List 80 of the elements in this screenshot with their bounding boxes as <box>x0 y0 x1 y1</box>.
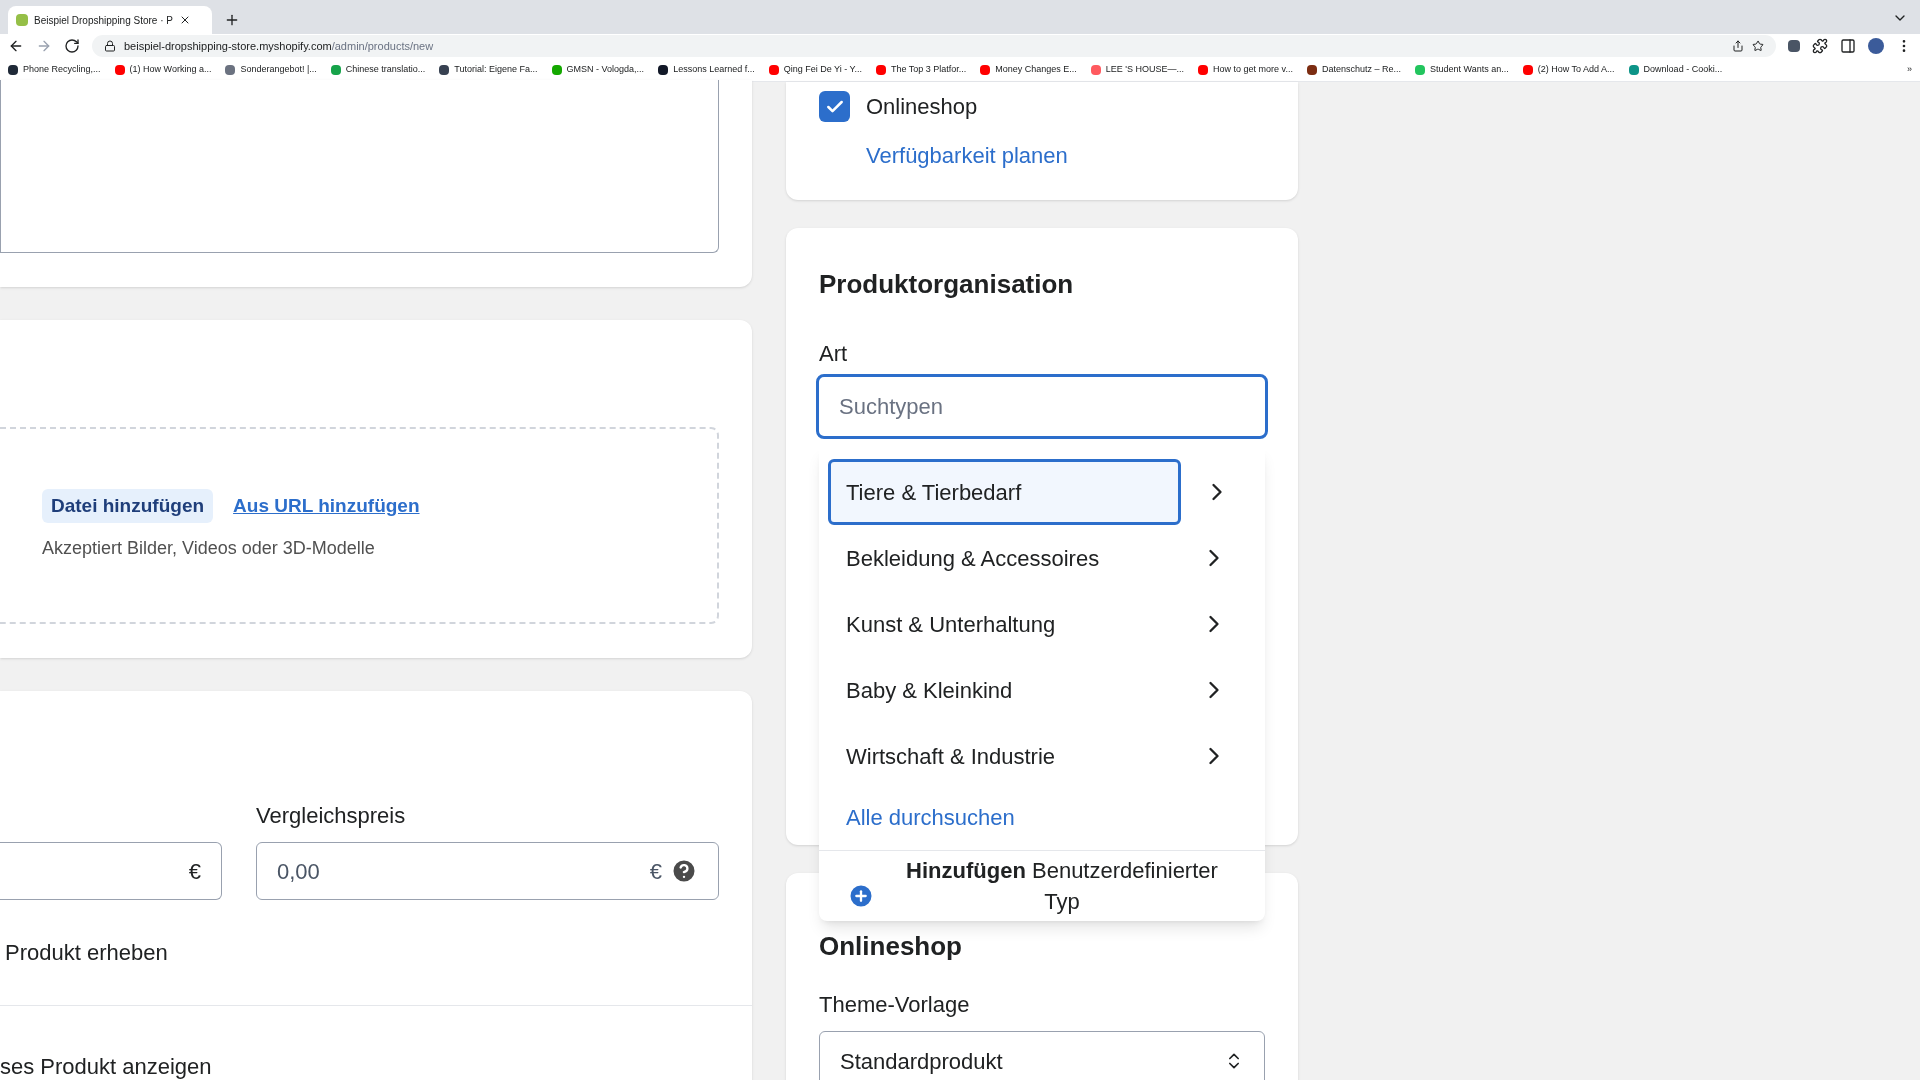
bookmark-label: Student Wants an... <box>1430 62 1509 76</box>
price-field[interactable]: € <box>0 842 222 900</box>
compare-price-value: 0,00 <box>277 857 321 886</box>
bookmark[interactable]: Qing Fei De Yi - Y... <box>768 62 862 77</box>
card-title: Produktorganisation <box>819 268 1075 301</box>
bookmark[interactable]: (2) How To Add A... <box>1522 62 1615 77</box>
extensions-icon[interactable] <box>1812 38 1828 54</box>
bookmark-label: Chinese translatio... <box>345 62 426 76</box>
shop-bag-icon <box>16 14 28 26</box>
theme-label: Theme-Vorlage <box>819 991 971 1019</box>
bookmark-label: Datenschutz – Re... <box>1321 62 1401 76</box>
tab-title: Beispiel Dropshipping Store · P <box>34 13 173 28</box>
bookmark-label: Qing Fei De Yi - Y... <box>783 62 862 76</box>
lock-icon <box>104 40 116 52</box>
currency-symbol: € <box>188 857 201 886</box>
type-option[interactable]: Kunst & Unterhaltung <box>828 591 1181 657</box>
bookmark[interactable]: Student Wants an... <box>1415 62 1509 77</box>
bookmark[interactable]: Chinese translatio... <box>330 62 426 77</box>
help-icon[interactable] <box>670 857 698 885</box>
address-bar[interactable]: beispiel-dropshipping-store.myshopify.com/admin/products/new <box>92 35 1776 57</box>
onlineshop-checkbox[interactable] <box>819 91 850 122</box>
schedule-availability-link[interactable]: Verfügbarkeit planen <box>866 139 1265 172</box>
add-icon <box>847 882 875 910</box>
bookmark-label: Tutorial: Eigene Fa... <box>454 62 538 76</box>
bookmark-star-icon[interactable] <box>1752 40 1764 52</box>
compare-price-label: Vergleichspreis <box>256 802 407 830</box>
bookmark[interactable]: LEE 'S HOUSE—... <box>1090 62 1185 77</box>
more-bookmarks[interactable]: » <box>1907 62 1912 77</box>
bookmark[interactable]: Money Changes E... <box>980 62 1077 77</box>
bookmark[interactable]: The Top 3 Platfor... <box>875 62 967 77</box>
bookmark-label: (2) How To Add A... <box>1537 62 1615 76</box>
tax-checkbox-label: Produkt erheben <box>4 939 169 967</box>
checkbox-label: Onlineshop <box>866 93 978 121</box>
add-url-link[interactable]: Aus URL hinzufügen <box>233 491 420 521</box>
show-product-label: ses Produkt anzeigen <box>0 1053 213 1080</box>
bookmark[interactable]: How to get more v... <box>1198 62 1293 77</box>
card-title: Onlineshop <box>819 930 963 963</box>
add-custom-type[interactable]: Hinzufügen Benutzerdefinierter Typ <box>819 851 1265 921</box>
type-search-field[interactable]: Suchtypen <box>816 374 1268 439</box>
bookmark-label: How to get more v... <box>1213 62 1293 76</box>
bookmark[interactable]: Lessons Learned f... <box>658 62 755 77</box>
description-field[interactable] <box>0 80 719 253</box>
browser-tab[interactable]: Beispiel Dropshipping Store · P <box>8 6 212 34</box>
new-tab-icon[interactable] <box>224 12 240 28</box>
add-custom-label: Hinzufügen Benutzerdefinierter Typ <box>905 857 1219 916</box>
bookmark-label: The Top 3 Platfor... <box>890 62 967 76</box>
bookmark-label: (1) How Working a... <box>129 62 212 76</box>
currency-symbol: € <box>649 857 662 886</box>
bookmark-label: Lessons Learned f... <box>673 62 755 76</box>
type-search-input[interactable]: Suchtypen <box>839 390 1245 423</box>
bookmark[interactable]: Datenschutz – Re... <box>1306 62 1401 77</box>
bookmark-label: Download - Cooki... <box>1643 62 1723 76</box>
bookmark[interactable]: Sonderangebot! |... <box>225 62 317 77</box>
share-icon[interactable] <box>1732 40 1744 52</box>
bookmark[interactable]: Phone Recycling,... <box>8 62 101 77</box>
back-icon[interactable] <box>8 38 24 54</box>
type-label: Art <box>819 340 849 368</box>
bookmark-label: Money Changes E... <box>995 62 1077 76</box>
type-option[interactable]: Wirtschaft & Industrie <box>828 723 1181 789</box>
url-text: beispiel-dropshipping-store.myshopify.com/admin/products/new <box>124 38 434 54</box>
bookmark[interactable]: (1) How Working a... <box>114 62 212 77</box>
bookmark[interactable]: Download - Cooki... <box>1628 62 1723 77</box>
theme-select[interactable]: Standardprodukt <box>819 1031 1265 1080</box>
bookmark-label: GMSN - Vologda,... <box>566 62 645 76</box>
media-hint: Akzeptiert Bilder, Videos oder 3D-Modelle <box>42 537 376 561</box>
bookmark[interactable]: Tutorial: Eigene Fa... <box>439 62 538 77</box>
type-option[interactable]: Baby & Kleinkind <box>828 657 1181 723</box>
type-option[interactable]: Bekleidung & Accessoires <box>828 525 1181 591</box>
reload-icon[interactable] <box>64 38 80 54</box>
side-panel-icon[interactable] <box>1840 38 1856 54</box>
add-file-button[interactable]: Datei hinzufügen <box>42 488 214 524</box>
extension-icon[interactable] <box>1788 40 1800 52</box>
dropzone[interactable]: Datei hinzufügen Aus URL hinzufügen Akzeptiert Bilder, Videos oder 3D-Modelle <box>0 427 719 624</box>
bookmark-label: Sonderangebot! |... <box>240 62 317 76</box>
compare-price-field[interactable]: 0,00 € <box>256 842 719 900</box>
bookmark-label: Phone Recycling,... <box>23 62 101 76</box>
avatar-icon[interactable] <box>1868 38 1884 54</box>
bookmark-label: LEE 'S HOUSE—... <box>1105 62 1185 76</box>
browse-all-link[interactable]: Alle durchsuchen <box>819 801 1265 834</box>
bookmark[interactable]: GMSN - Vologda,... <box>551 62 645 77</box>
